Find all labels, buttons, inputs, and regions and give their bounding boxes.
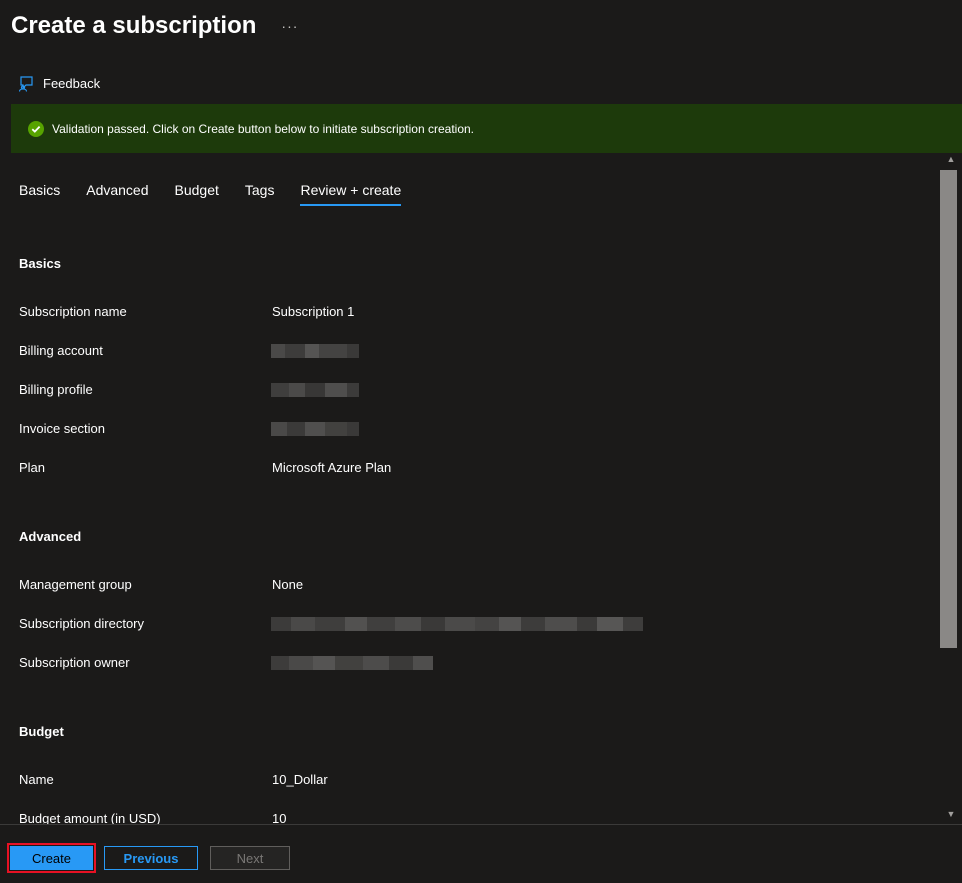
page-title: Create a subscription [11, 12, 257, 39]
previous-button[interactable]: Previous [104, 846, 198, 870]
row-label: Invoice section [19, 421, 105, 436]
validation-message: Validation passed. Click on Create butto… [52, 121, 475, 136]
tab-basics[interactable]: Basics [19, 182, 60, 206]
row-value: Microsoft Azure Plan [272, 460, 392, 475]
tab-review-create[interactable]: Review + create [300, 182, 402, 206]
row-value: Subscription 1 [272, 304, 355, 319]
row-subscription-name: Subscription name Subscription 1 [19, 304, 719, 322]
section-title-advanced: Advanced [19, 529, 82, 544]
tab-budget[interactable]: Budget [175, 182, 219, 206]
row-billing-profile: Billing profile [19, 382, 719, 400]
row-subscription-directory: Subscription directory [19, 616, 719, 634]
scroll-thumb[interactable] [940, 170, 957, 648]
row-plan: Plan Microsoft Azure Plan [19, 460, 719, 478]
row-label: Subscription directory [19, 616, 144, 631]
title-row: Create a subscription ··· [11, 8, 298, 44]
vertical-scrollbar[interactable]: ▲ ▼ [940, 153, 962, 824]
row-invoice-section: Invoice section [19, 421, 719, 439]
redacted-value [271, 383, 359, 397]
row-label: Budget amount (in USD) [19, 811, 161, 824]
row-value: 10_Dollar [272, 772, 328, 787]
redacted-value [271, 344, 359, 358]
row-label: Management group [19, 577, 132, 592]
row-billing-account: Billing account [19, 343, 719, 361]
scroll-up-arrow-icon[interactable]: ▲ [943, 154, 959, 166]
validation-banner: Validation passed. Click on Create butto… [11, 104, 962, 153]
row-label: Name [19, 772, 54, 787]
feedback-button[interactable]: Feedback [18, 75, 100, 92]
create-button[interactable]: Create [7, 843, 96, 873]
tab-tags[interactable]: Tags [245, 182, 275, 206]
row-value: 10 [272, 811, 287, 824]
section-title-basics: Basics [19, 256, 61, 271]
more-options-button[interactable]: ··· [281, 18, 298, 34]
review-content: Basics Advanced Budget Tags Review + cre… [0, 153, 940, 824]
tab-bar: Basics Advanced Budget Tags Review + cre… [19, 182, 427, 206]
scroll-down-arrow-icon[interactable]: ▼ [943, 809, 959, 821]
row-label: Billing profile [19, 382, 93, 397]
tab-advanced[interactable]: Advanced [86, 182, 148, 206]
row-label: Billing account [19, 343, 103, 358]
row-management-group: Management group None [19, 577, 719, 595]
feedback-label: Feedback [43, 76, 101, 91]
row-budget-name: Name 10_Dollar [19, 772, 719, 790]
success-check-icon [28, 120, 44, 137]
footer-bar: Create Previous Next [0, 824, 962, 883]
row-label: Subscription name [19, 304, 127, 319]
row-budget-amount: Budget amount (in USD) 10 [19, 811, 719, 824]
redacted-value [271, 617, 643, 631]
next-button: Next [210, 846, 290, 870]
redacted-value [271, 422, 359, 436]
section-title-budget: Budget [19, 724, 64, 739]
redacted-value [271, 656, 433, 670]
row-subscription-owner: Subscription owner [19, 655, 719, 673]
feedback-icon [18, 76, 33, 92]
row-label: Plan [19, 460, 46, 475]
row-label: Subscription owner [19, 655, 130, 670]
row-value: None [272, 577, 304, 592]
